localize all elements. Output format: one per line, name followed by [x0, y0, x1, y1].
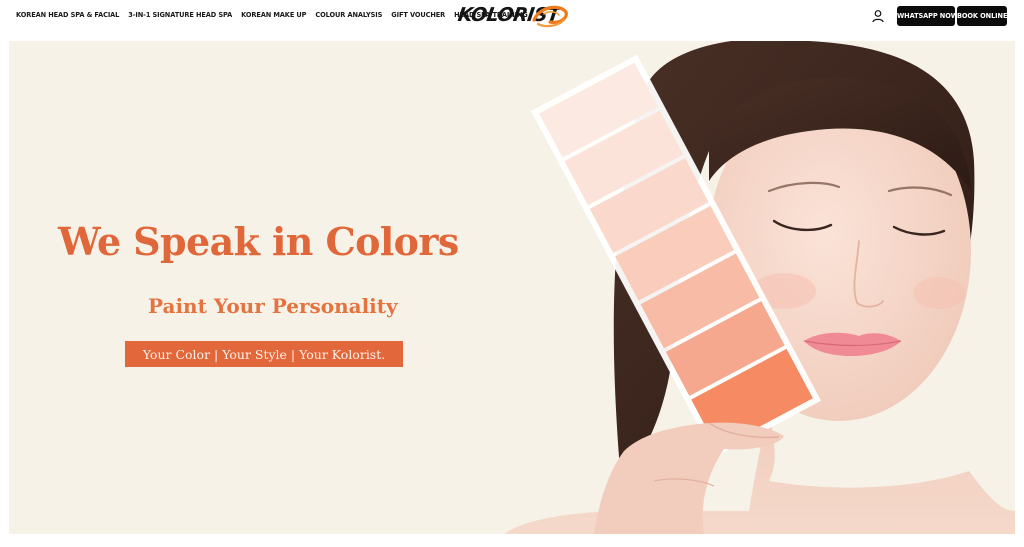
whatsapp-now-button[interactable]: WHATSAPP NOW [897, 6, 958, 26]
top-header: KOREAN HEAD SPA & FACIAL 3-IN-1 SIGNATUR… [0, 0, 1024, 34]
site-logo[interactable]: KOLORIST [456, 2, 568, 30]
logo-swirl-icon [532, 5, 568, 28]
nav-korean-head-spa-facial[interactable]: KOREAN HEAD SPA & FACIAL [16, 11, 119, 19]
hero-title: We Speak in Colors [58, 219, 459, 264]
main-nav: KOREAN HEAD SPA & FACIAL 3-IN-1 SIGNATUR… [16, 11, 528, 19]
hero-banner: We Speak in Colors Paint Your Personalit… [9, 41, 1015, 534]
nav-gift-voucher[interactable]: GIFT VOUCHER [391, 11, 445, 19]
nav-korean-make-up[interactable]: KOREAN MAKE UP [241, 11, 306, 19]
user-icon[interactable] [871, 9, 885, 23]
hero-subtitle: Paint Your Personality [148, 294, 398, 318]
hero-image [504, 41, 1015, 534]
hero-tagline-badge: Your Color | Your Style | Your Kolorist. [125, 341, 403, 367]
book-online-button[interactable]: BOOK ONLINE [957, 6, 1007, 26]
nav-signature-head-spa[interactable]: 3-IN-1 SIGNATURE HEAD SPA [128, 11, 232, 19]
nav-colour-analysis[interactable]: COLOUR ANALYSIS [315, 11, 382, 19]
